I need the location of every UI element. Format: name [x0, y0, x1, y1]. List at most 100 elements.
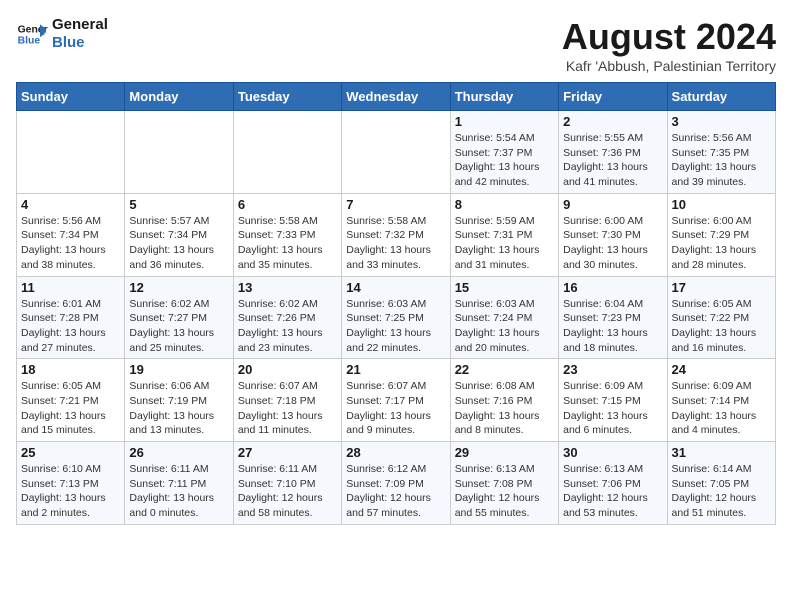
calendar-header-row: SundayMondayTuesdayWednesdayThursdayFrid…	[17, 83, 776, 111]
calendar-cell: 15 Sunrise: 6:03 AM Sunset: 7:24 PM Dayli…	[450, 276, 558, 359]
day-info: Sunrise: 6:04 AM Sunset: 7:23 PM Dayligh…	[563, 297, 662, 356]
day-info: Sunrise: 5:57 AM Sunset: 7:34 PM Dayligh…	[129, 214, 228, 273]
day-number: 15	[455, 280, 554, 295]
day-info: Sunrise: 6:07 AM Sunset: 7:18 PM Dayligh…	[238, 379, 337, 438]
calendar-cell: 20 Sunrise: 6:07 AM Sunset: 7:18 PM Dayli…	[233, 359, 341, 442]
calendar-cell: 17 Sunrise: 6:05 AM Sunset: 7:22 PM Dayli…	[667, 276, 775, 359]
calendar-cell: 6 Sunrise: 5:58 AM Sunset: 7:33 PM Daylig…	[233, 193, 341, 276]
day-info: Sunrise: 6:05 AM Sunset: 7:22 PM Dayligh…	[672, 297, 771, 356]
calendar-week-4: 18Sunrise: 6:05 AM Sunset: 7:21 PM Dayli…	[17, 359, 776, 442]
day-number: 18	[21, 362, 120, 377]
day-info: Sunrise: 5:56 AM Sunset: 7:35 PM Dayligh…	[672, 131, 771, 190]
day-number: 25	[21, 445, 120, 460]
calendar-cell: 4 Sunrise: 5:56 AM Sunset: 7:34 PM Daylig…	[17, 193, 125, 276]
day-info: Sunrise: 6:13 AM Sunset: 7:08 PM Dayligh…	[455, 462, 554, 521]
calendar-week-5: 25 Sunrise: 6:10 AM Sunset: 7:13 PM Dayli…	[17, 442, 776, 525]
calendar-header: SundayMondayTuesdayWednesdayThursdayFrid…	[17, 83, 776, 111]
day-number: 28	[346, 445, 445, 460]
day-number: 31	[672, 445, 771, 460]
day-number: 20	[238, 362, 337, 377]
calendar-week-2: 4 Sunrise: 5:56 AM Sunset: 7:34 PM Daylig…	[17, 193, 776, 276]
calendar-cell	[17, 111, 125, 194]
day-info: Sunrise: 6:03 AM Sunset: 7:24 PM Dayligh…	[455, 297, 554, 356]
main-title: August 2024	[562, 16, 776, 58]
day-number: 24	[672, 362, 771, 377]
day-info: Sunrise: 6:03 AM Sunset: 7:25 PM Dayligh…	[346, 297, 445, 356]
day-info: Sunrise: 6:01 AM Sunset: 7:28 PM Dayligh…	[21, 297, 120, 356]
day-header-tuesday: Tuesday	[233, 83, 341, 111]
day-info: Sunrise: 6:10 AM Sunset: 7:13 PM Dayligh…	[21, 462, 120, 521]
day-info: Sunrise: 5:56 AM Sunset: 7:34 PM Dayligh…	[21, 214, 120, 273]
calendar-cell: 18Sunrise: 6:05 AM Sunset: 7:21 PM Dayli…	[17, 359, 125, 442]
day-number: 13	[238, 280, 337, 295]
logo-icon: General Blue	[16, 18, 48, 50]
day-header-thursday: Thursday	[450, 83, 558, 111]
calendar-cell: 19Sunrise: 6:06 AM Sunset: 7:19 PM Dayli…	[125, 359, 233, 442]
logo-blue: Blue	[52, 34, 108, 52]
day-info: Sunrise: 5:58 AM Sunset: 7:33 PM Dayligh…	[238, 214, 337, 273]
day-number: 7	[346, 197, 445, 212]
title-area: August 2024 Kafr 'Abbush, Palestinian Te…	[562, 16, 776, 74]
day-info: Sunrise: 5:58 AM Sunset: 7:32 PM Dayligh…	[346, 214, 445, 273]
day-number: 2	[563, 114, 662, 129]
svg-text:Blue: Blue	[18, 36, 41, 47]
day-number: 22	[455, 362, 554, 377]
calendar-cell: 13 Sunrise: 6:02 AM Sunset: 7:26 PM Dayli…	[233, 276, 341, 359]
day-number: 3	[672, 114, 771, 129]
calendar-cell: 9Sunrise: 6:00 AM Sunset: 7:30 PM Daylig…	[559, 193, 667, 276]
day-header-friday: Friday	[559, 83, 667, 111]
day-info: Sunrise: 6:13 AM Sunset: 7:06 PM Dayligh…	[563, 462, 662, 521]
day-number: 1	[455, 114, 554, 129]
subtitle: Kafr 'Abbush, Palestinian Territory	[562, 58, 776, 74]
day-number: 29	[455, 445, 554, 460]
calendar-week-1: 1Sunrise: 5:54 AM Sunset: 7:37 PM Daylig…	[17, 111, 776, 194]
calendar-cell: 24Sunrise: 6:09 AM Sunset: 7:14 PM Dayli…	[667, 359, 775, 442]
day-header-sunday: Sunday	[17, 83, 125, 111]
day-info: Sunrise: 6:09 AM Sunset: 7:15 PM Dayligh…	[563, 379, 662, 438]
calendar-cell: 10Sunrise: 6:00 AM Sunset: 7:29 PM Dayli…	[667, 193, 775, 276]
calendar-cell: 21 Sunrise: 6:07 AM Sunset: 7:17 PM Dayli…	[342, 359, 450, 442]
calendar-cell: 26 Sunrise: 6:11 AM Sunset: 7:11 PM Dayli…	[125, 442, 233, 525]
day-number: 21	[346, 362, 445, 377]
day-number: 26	[129, 445, 228, 460]
calendar-cell	[233, 111, 341, 194]
calendar-body: 1Sunrise: 5:54 AM Sunset: 7:37 PM Daylig…	[17, 111, 776, 525]
day-info: Sunrise: 6:02 AM Sunset: 7:26 PM Dayligh…	[238, 297, 337, 356]
calendar-cell: 23Sunrise: 6:09 AM Sunset: 7:15 PM Dayli…	[559, 359, 667, 442]
calendar-table: SundayMondayTuesdayWednesdayThursdayFrid…	[16, 82, 776, 525]
day-number: 14	[346, 280, 445, 295]
calendar-week-3: 11Sunrise: 6:01 AM Sunset: 7:28 PM Dayli…	[17, 276, 776, 359]
day-number: 16	[563, 280, 662, 295]
logo: General Blue General Blue	[16, 16, 108, 52]
day-number: 12	[129, 280, 228, 295]
day-info: Sunrise: 6:11 AM Sunset: 7:11 PM Dayligh…	[129, 462, 228, 521]
day-info: Sunrise: 5:55 AM Sunset: 7:36 PM Dayligh…	[563, 131, 662, 190]
calendar-cell: 12Sunrise: 6:02 AM Sunset: 7:27 PM Dayli…	[125, 276, 233, 359]
calendar-cell: 28 Sunrise: 6:12 AM Sunset: 7:09 PM Dayli…	[342, 442, 450, 525]
day-info: Sunrise: 5:59 AM Sunset: 7:31 PM Dayligh…	[455, 214, 554, 273]
calendar-cell: 5 Sunrise: 5:57 AM Sunset: 7:34 PM Daylig…	[125, 193, 233, 276]
header: General Blue General Blue August 2024 Ka…	[16, 16, 776, 74]
calendar-cell: 29 Sunrise: 6:13 AM Sunset: 7:08 PM Dayli…	[450, 442, 558, 525]
day-number: 17	[672, 280, 771, 295]
calendar-cell: 25 Sunrise: 6:10 AM Sunset: 7:13 PM Dayli…	[17, 442, 125, 525]
day-info: Sunrise: 6:12 AM Sunset: 7:09 PM Dayligh…	[346, 462, 445, 521]
calendar-cell: 16 Sunrise: 6:04 AM Sunset: 7:23 PM Dayli…	[559, 276, 667, 359]
day-header-saturday: Saturday	[667, 83, 775, 111]
day-number: 6	[238, 197, 337, 212]
day-info: Sunrise: 6:07 AM Sunset: 7:17 PM Dayligh…	[346, 379, 445, 438]
day-info: Sunrise: 6:06 AM Sunset: 7:19 PM Dayligh…	[129, 379, 228, 438]
calendar-cell: 11Sunrise: 6:01 AM Sunset: 7:28 PM Dayli…	[17, 276, 125, 359]
logo-general: General	[52, 16, 108, 34]
day-info: Sunrise: 6:11 AM Sunset: 7:10 PM Dayligh…	[238, 462, 337, 521]
day-info: Sunrise: 6:00 AM Sunset: 7:29 PM Dayligh…	[672, 214, 771, 273]
day-number: 5	[129, 197, 228, 212]
day-number: 4	[21, 197, 120, 212]
calendar-cell: 14 Sunrise: 6:03 AM Sunset: 7:25 PM Dayli…	[342, 276, 450, 359]
day-number: 30	[563, 445, 662, 460]
day-number: 27	[238, 445, 337, 460]
calendar-cell	[125, 111, 233, 194]
day-info: Sunrise: 6:00 AM Sunset: 7:30 PM Dayligh…	[563, 214, 662, 273]
calendar-cell	[342, 111, 450, 194]
calendar-cell: 8Sunrise: 5:59 AM Sunset: 7:31 PM Daylig…	[450, 193, 558, 276]
